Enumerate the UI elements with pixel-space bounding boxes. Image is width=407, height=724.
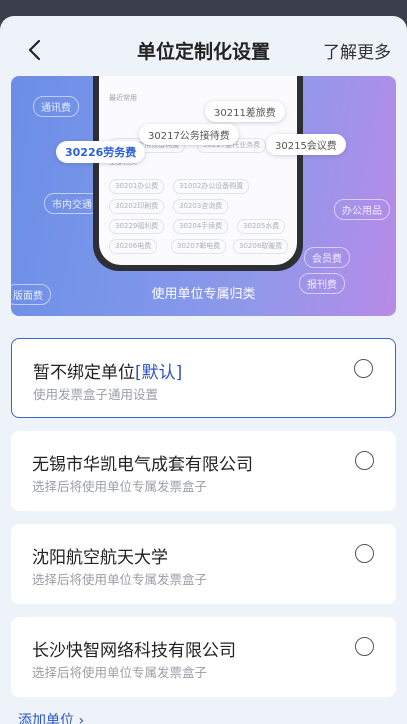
category-chip: 31002办公设备购置 [173, 179, 250, 194]
category-chip: 30205水费 [237, 219, 286, 234]
category-tag: 30211差旅费 [205, 101, 285, 122]
category-chip: 30207邮电费 [171, 239, 227, 254]
banner-caption: 使用单位专属归类 [151, 287, 256, 302]
bg-label: 办公用品 [334, 199, 390, 220]
promo-banner: 通讯费 市内交通 办公用品 会员费 报刊费 版面费 最近常用 30205专用设备… [11, 76, 396, 316]
unit-option-title: 无锡市华凯电气成套有限公司 [32, 455, 253, 475]
learn-more-link[interactable]: 了解更多 [323, 38, 391, 63]
unit-option-title: 长沙快智网络科技有限公司 [32, 641, 236, 661]
category-chip: 30229福利费 [109, 219, 165, 234]
unit-option-title: 沈阳航空航天大学 [32, 548, 168, 568]
unit-option-subtitle: 选择后将使用单位专属发票盒子 [32, 479, 208, 494]
bg-label: 通讯费 [33, 96, 79, 117]
unit-option[interactable]: 沈阳航空航天大学 选择后将使用单位专属发票盒子 [11, 524, 396, 604]
category-chip: 30206电费 [109, 239, 158, 254]
category-chip: 30208取暖费 [233, 239, 289, 254]
category-tag: 30215会议费 [266, 134, 346, 155]
unit-option-subtitle: 使用发票盒子通用设置 [33, 387, 159, 402]
radio-button[interactable] [355, 637, 374, 656]
bg-label: 会员费 [304, 247, 350, 268]
unit-option-title: 暂不绑定单位[默认] [33, 363, 183, 383]
category-chip: 30203咨询费 [173, 199, 229, 214]
add-unit-link[interactable]: 添加单位 › [18, 710, 84, 724]
unit-option-subtitle: 选择后将使用单位专属发票盒子 [32, 572, 208, 587]
bg-label: 市内交通 [44, 193, 100, 214]
unit-option[interactable]: 长沙快智网络科技有限公司 选择后将使用单位专属发票盒子 [11, 617, 396, 697]
unit-option-subtitle: 选择后将使用单位专属发票盒子 [32, 665, 208, 680]
radio-button[interactable] [354, 359, 373, 378]
category-chip: 30204手续费 [173, 219, 229, 234]
category-chip: 30201办公费 [109, 179, 165, 194]
bottom-sheet: 单位定制化设置 了解更多 通讯费 市内交通 办公用品 会员费 报刊费 版面费 最… [0, 16, 407, 724]
unit-option[interactable]: 无锡市华凯电气成套有限公司 选择后将使用单位专属发票盒子 [11, 431, 396, 511]
radio-button[interactable] [355, 544, 374, 563]
header: 单位定制化设置 了解更多 [0, 16, 407, 84]
radio-button[interactable] [355, 451, 374, 470]
category-tag: 30217公务接待费 [139, 124, 239, 145]
unit-option-default[interactable]: 暂不绑定单位[默认] 使用发票盒子通用设置 [11, 338, 396, 418]
recent-label: 最近常用 [109, 94, 137, 102]
category-chip: 30202印刷费 [109, 199, 165, 214]
category-tag-highlight: 30226劳务费 [56, 141, 146, 163]
